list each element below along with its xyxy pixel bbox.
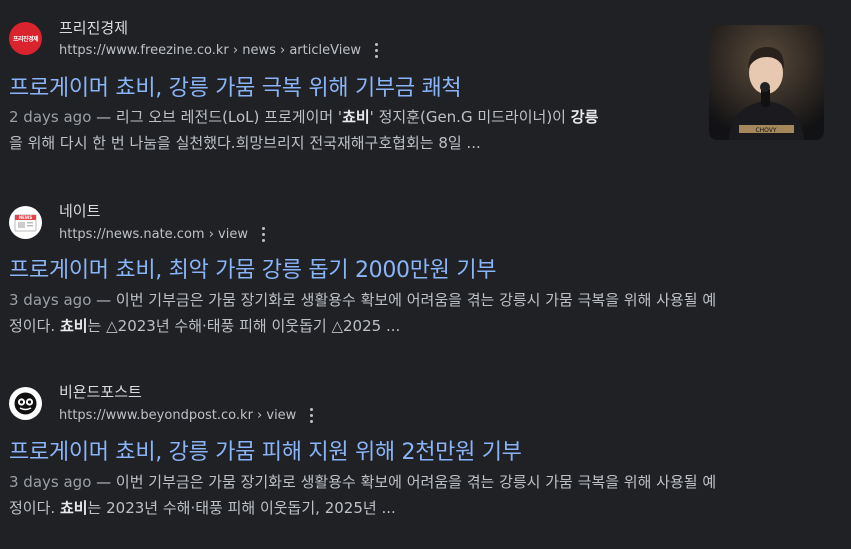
- thumbnail-caption: CHOVY: [755, 127, 776, 134]
- site-url: https://news.nate.com › view: [59, 226, 266, 242]
- result-source[interactable]: NEWS 네이트 https://news.nate.com › view: [9, 186, 839, 242]
- thumbnail-image: CHOVY: [709, 25, 824, 140]
- more-vert-icon[interactable]: [374, 42, 379, 58]
- result-source[interactable]: 비욘드포스트 https://www.beyondpost.co.kr › vi…: [9, 368, 839, 423]
- result-date: 3 days ago: [9, 291, 92, 309]
- site-url: https://www.beyondpost.co.kr › view: [59, 407, 314, 423]
- result-snippet: 2 days ago — 리그 오브 레전드(LoL) 프로게이머 '쵸비' 정…: [9, 108, 599, 152]
- beyondpost-logo: [9, 387, 42, 420]
- site-url: https://www.freezine.co.kr › news › arti…: [59, 42, 379, 58]
- result-thumbnail[interactable]: CHOVY: [709, 25, 824, 140]
- nate-news-icon: NEWS: [9, 206, 42, 239]
- site-name: 비욘드포스트: [59, 383, 142, 401]
- site-name: 프리진경제: [59, 19, 129, 37]
- result-title-link[interactable]: 프로게이머 쵸비, 강릉 가뭄 피해 지원 위해 2천만원 기부: [9, 434, 522, 466]
- site-name: 네이트: [59, 202, 101, 220]
- more-vert-icon[interactable]: [261, 226, 266, 242]
- more-vert-icon[interactable]: [310, 407, 314, 423]
- search-result: 비욘드포스트 https://www.beyondpost.co.kr › vi…: [9, 368, 839, 538]
- search-result: NEWS 네이트 https://news.nate.com › view 프로…: [9, 186, 839, 356]
- result-snippet: 3 days ago — 이번 기부금은 가뭄 장기화로 생활용수 확보에 어려…: [9, 291, 717, 335]
- freezine-logo: 프리진경제: [9, 22, 42, 55]
- result-date: 3 days ago: [9, 473, 92, 491]
- result-title-link[interactable]: 프로게이머 쵸비, 최악 가뭄 강릉 돕기 2000만원 기부: [9, 252, 497, 284]
- result-title-link[interactable]: 프로게이머 쵸비, 강릉 가뭄 극복 위해 기부금 쾌척: [9, 70, 462, 102]
- svg-text:NEWS: NEWS: [19, 215, 32, 220]
- result-snippet: 3 days ago — 이번 기부금은 가뭄 장기화로 생활용수 확보에 어려…: [9, 473, 717, 517]
- result-date: 2 days ago: [9, 108, 92, 126]
